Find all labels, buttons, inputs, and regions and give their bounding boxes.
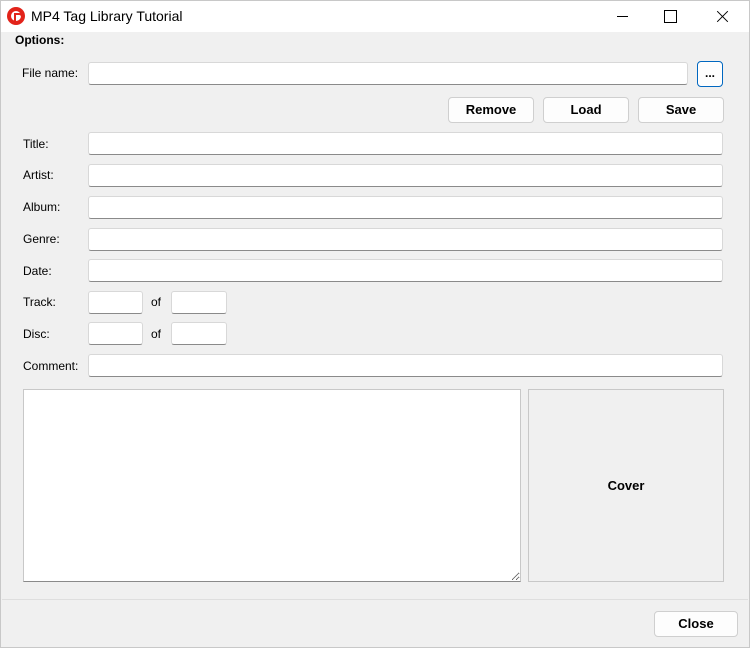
file-name-label: File name: — [22, 66, 79, 80]
disc-label: Disc: — [23, 327, 50, 341]
title-bar[interactable]: MP4 Tag Library Tutorial — [1, 1, 749, 32]
close-button[interactable]: Close — [654, 611, 738, 637]
remove-button[interactable]: Remove — [448, 97, 534, 123]
options-group-label: Options: — [15, 33, 65, 47]
date-label: Date: — [23, 264, 52, 278]
lyrics-textarea[interactable] — [23, 389, 521, 582]
artist-label: Artist: — [23, 168, 54, 182]
date-input[interactable] — [88, 259, 723, 282]
comment-label: Comment: — [23, 359, 79, 373]
track-of-label: of — [151, 295, 162, 309]
comment-input[interactable] — [88, 354, 723, 377]
minimize-icon[interactable] — [600, 1, 646, 32]
save-button[interactable]: Save — [638, 97, 724, 123]
title-input[interactable] — [88, 132, 723, 155]
album-label: Album: — [23, 200, 61, 214]
main-window: MP4 Tag Library Tutorial Options: File n… — [0, 0, 750, 648]
cover-label: Cover — [607, 478, 645, 493]
browse-button[interactable]: ... — [697, 61, 723, 87]
disc-number-input[interactable] — [88, 322, 143, 345]
album-input[interactable] — [88, 196, 723, 219]
disc-total-input[interactable] — [171, 322, 227, 345]
app-logo-icon — [7, 7, 25, 25]
track-total-input[interactable] — [171, 291, 227, 314]
maximize-icon[interactable] — [646, 1, 692, 32]
cover-panel[interactable]: Cover — [528, 389, 724, 582]
load-button[interactable]: Load — [543, 97, 629, 123]
artist-input[interactable] — [88, 164, 723, 187]
track-number-input[interactable] — [88, 291, 143, 314]
track-label: Track: — [23, 295, 56, 309]
window-title: MP4 Tag Library Tutorial — [31, 8, 183, 24]
genre-input[interactable] — [88, 228, 723, 251]
file-name-input[interactable] — [88, 62, 688, 85]
close-icon[interactable] — [700, 1, 746, 32]
footer-divider — [2, 599, 748, 600]
disc-of-label: of — [151, 327, 162, 341]
title-label: Title: — [23, 137, 49, 151]
genre-label: Genre: — [23, 232, 60, 246]
